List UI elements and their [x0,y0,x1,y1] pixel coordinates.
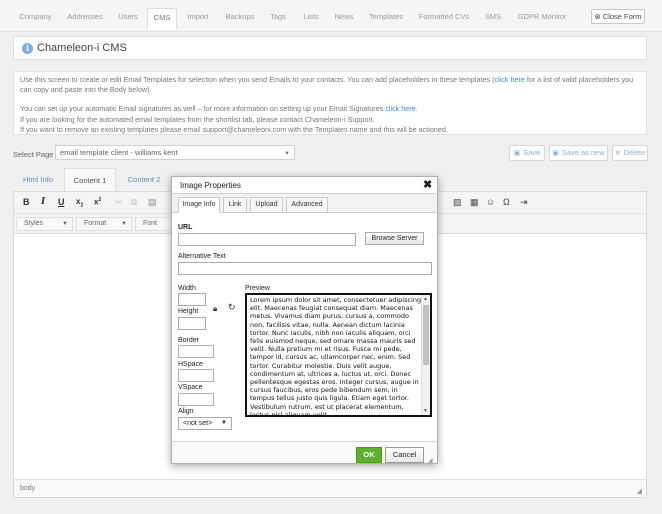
element-path[interactable]: body [20,485,35,492]
nav-tab-news[interactable]: News [329,8,359,30]
preview-scrollbar[interactable]: ▲ ▼ [421,295,430,415]
save-button[interactable]: ▣ Save [509,145,545,161]
alt-text-label: Alternative Text [178,253,226,260]
browse-server-button[interactable]: Browse Server [365,232,424,245]
special-char-icon[interactable]: Ω [503,197,510,207]
nav-tab-gdpr-monitor[interactable]: GDPR Monitor [512,8,572,30]
paste-icon[interactable]: ▤ [148,197,157,208]
nav-tab-import[interactable]: Import [180,8,216,30]
info-paragraph-2: You can set up your automatic Email sign… [20,104,418,114]
nav-tab-cms[interactable]: CMS [147,8,177,30]
nav-tab-lists[interactable]: Lists [296,8,326,30]
nav-tab-tags[interactable]: Tags [263,8,293,30]
table-icon[interactable]: ▦ [470,197,479,208]
top-nav: Company Addresses Users CMS Import Backu… [0,0,662,32]
height-input[interactable] [178,317,206,330]
smiley-icon[interactable]: ☺ [486,197,495,207]
page-title: Chameleon-i CMS [37,42,127,54]
info-panel: Use this screen to create or edit Email … [13,71,647,135]
nav-tab-formatted-cvs[interactable]: Formatted CVs [413,8,475,30]
preview-label: Preview [245,285,270,292]
resize-handle-icon[interactable]: ◢ [637,487,642,495]
placeholders-link[interactable]: click here [495,75,525,84]
italic-icon[interactable]: I [41,197,45,207]
save-as-new-button[interactable]: ▣ Save as new [549,145,608,161]
superscript-icon[interactable]: x2 [94,197,101,207]
cut-icon[interactable]: ✂ [115,197,123,208]
dialog-header[interactable]: Image Properties ✖ [172,177,437,194]
close-form-button[interactable]: ⊗ Close Form [591,9,645,24]
copy-icon[interactable]: ⧉ [131,197,137,208]
tab-html-info[interactable]: Html Info [13,168,63,192]
vspace-label: VSpace [178,384,203,391]
nav-tab-backups[interactable]: Backups [220,8,260,30]
editor-status-bar: body [14,479,646,497]
close-icon: ✕ [614,150,621,157]
hspace-input[interactable] [178,369,214,382]
dialog-title: Image Properties [180,181,241,190]
url-label: URL [178,224,193,231]
vspace-input[interactable] [178,393,214,406]
nav-tab-company[interactable]: Company [13,8,58,30]
hspace-label: HSpace [178,361,203,368]
scroll-down-icon[interactable]: ▼ [423,408,428,414]
save-icon: ▣ [552,150,559,157]
chevron-down-icon: ▼ [221,420,227,426]
select-page-label: Select Page [13,150,54,159]
tab-advanced[interactable]: Advanced [286,197,328,213]
url-input[interactable] [178,233,356,246]
info-paragraph-1: Use this screen to create or edit Email … [20,75,634,95]
alt-text-input[interactable] [178,262,432,275]
tab-link[interactable]: Link [223,197,247,213]
preview-text: Lorem ipsum dolor sit amet, consectetuer… [250,296,422,417]
chevron-down-icon: ▼ [62,221,68,227]
tab-image-info[interactable]: Image Info [178,197,220,213]
lock-ratio-icon[interactable]: 🔒︎ [213,304,217,314]
select-page-dropdown[interactable]: email template client - williams kent ▼ [55,145,295,160]
underline-icon[interactable]: U [58,197,65,207]
image-preview[interactable]: Lorem ipsum dolor sit amet, consectetuer… [245,293,432,417]
signatures-link[interactable]: click here [385,104,415,113]
info-icon: i [22,43,33,54]
bold-icon[interactable]: B [23,197,30,207]
border-input[interactable] [178,345,214,358]
nav-tab-templates[interactable]: Templates [363,8,409,30]
delete-button[interactable]: ✕ Delete [612,145,648,161]
close-icon[interactable]: ✖ [423,178,432,191]
height-label: Height [178,308,199,315]
tab-upload[interactable]: Upload [250,197,283,213]
page-break-icon[interactable]: ⇥ [520,197,528,208]
reset-size-icon[interactable]: ↻ [228,302,236,313]
nav-tab-users[interactable]: Users [112,8,144,30]
tab-content-1[interactable]: Content 1 [64,168,116,192]
align-label: Align [178,408,194,415]
border-label: Border [178,337,200,344]
chevron-down-icon: ▼ [284,151,290,157]
save-icon: ▣ [513,150,521,157]
align-select[interactable]: <not set> ▼ [178,417,232,430]
tab-content-2[interactable]: Content 2 [118,168,170,192]
resize-handle-icon[interactable]: ◢ [428,457,433,464]
dialog-tabs: Image Info Link Upload Advanced [172,194,437,213]
close-icon: ⊗ [594,12,603,21]
image-icon[interactable]: ▨ [453,197,462,208]
ok-button[interactable]: OK [356,447,382,463]
info-paragraph-3: If you are looking for the automated ema… [20,114,375,124]
subscript-icon[interactable]: x2 [76,197,83,209]
chevron-down-icon: ▼ [121,221,127,227]
width-label: Width [178,285,196,292]
nav-tab-sms[interactable]: SMS [478,8,508,30]
info-paragraph-4: If you want to remove an existing templa… [20,124,448,134]
image-properties-dialog: Image Properties ✖ Image Info Link Uploa… [171,176,438,464]
styles-combo[interactable]: Styles ▼ [16,217,73,231]
page-header: i Chameleon-i CMS [13,36,647,60]
scroll-up-icon[interactable]: ▲ [423,296,428,302]
cancel-button[interactable]: Cancel [385,447,424,463]
font-combo[interactable]: Font [135,217,175,231]
format-combo[interactable]: Format ▼ [76,217,132,231]
width-input[interactable] [178,293,206,306]
scrollbar-thumb[interactable] [423,305,429,365]
nav-tab-addresses[interactable]: Addresses [61,8,109,30]
